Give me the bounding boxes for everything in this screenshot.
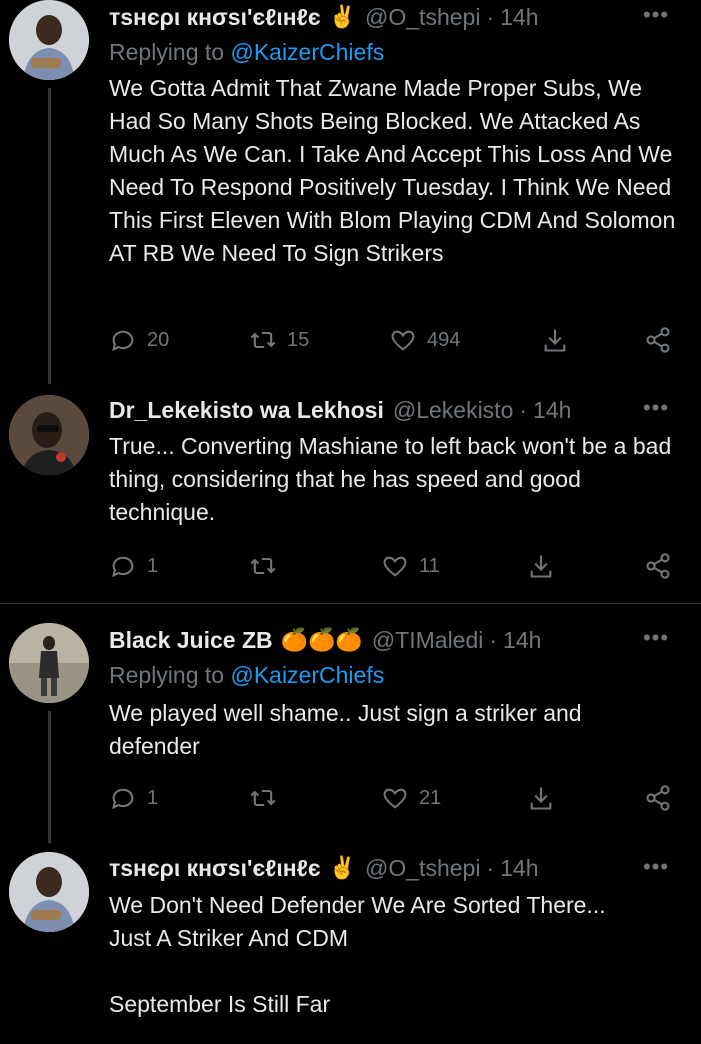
name-emoji: 🍊🍊🍊 (280, 627, 363, 652)
share-button[interactable] (527, 783, 555, 813)
more-options-icon[interactable]: ••• (641, 397, 671, 427)
analytics-button[interactable] (644, 325, 672, 355)
like-button[interactable]: 21 (381, 783, 441, 813)
more-options-icon[interactable]: ••• (641, 627, 671, 657)
retweet-icon (250, 789, 276, 807)
replying-to: Replying to @KaizerChiefs (109, 660, 384, 690)
like-button[interactable]: 494 (389, 325, 460, 355)
retweet-count: 15 (287, 328, 310, 351)
thread-line (48, 711, 51, 843)
reply-count: 1 (147, 786, 159, 809)
timestamp[interactable]: 14h (500, 853, 538, 883)
tweet-actions: 20 15 494 (109, 325, 674, 355)
share-icon (530, 555, 552, 578)
like-count: 494 (427, 328, 461, 351)
analytics-button[interactable] (644, 551, 672, 581)
user-handle[interactable]: @Lekekisto (393, 395, 514, 425)
tweet-text: True... Converting Mashiane to left back… (109, 433, 672, 525)
replying-label: Replying to (109, 39, 225, 65)
tweet-1[interactable]: ᴛѕнєρι кнσѕι'єℓιнℓє ✌️ @O_tshepi · 14h •… (0, 0, 701, 384)
share-icon (544, 329, 566, 352)
display-name[interactable]: Black Juice ZB (109, 625, 273, 655)
replying-to: Replying to @KaizerChiefs (109, 37, 384, 67)
share-network-icon (646, 553, 670, 579)
reply-count: 20 (147, 328, 170, 351)
like-count: 21 (419, 786, 442, 809)
retweet-button[interactable]: 15 (249, 325, 309, 355)
name-emoji: ✌️ (328, 4, 357, 29)
tweet-actions: 1 11 (109, 551, 674, 581)
reply-count: 1 (147, 554, 159, 577)
avatar[interactable] (9, 852, 89, 932)
user-handle[interactable]: @TIMaledi (372, 625, 484, 655)
avatar[interactable] (9, 0, 89, 80)
tweet-text: We Don't Need Defender We Are Sorted The… (109, 892, 606, 1017)
retweet-icon (250, 331, 276, 349)
like-button[interactable]: 11 (381, 551, 440, 581)
avatar[interactable] (9, 623, 89, 703)
share-button[interactable] (541, 325, 569, 355)
name-emoji: ✌️ (328, 855, 357, 880)
tweet-header: Dr_Lekekisto wa Lekhosi @Lekekisto · 14h (109, 395, 671, 425)
tweet-actions: 1 21 (109, 783, 674, 813)
tweet-3[interactable]: Black Juice ZB 🍊🍊🍊 @TIMaledi · 14h ••• R… (0, 623, 701, 843)
reply-button[interactable]: 1 (109, 551, 158, 581)
tweet-2[interactable]: Dr_Lekekisto wa Lekhosi @Lekekisto · 14h… (0, 395, 701, 600)
heart-icon (383, 788, 407, 809)
reply-button[interactable]: 20 (109, 325, 169, 355)
analytics-button[interactable] (644, 783, 672, 813)
retweet-button[interactable] (249, 783, 277, 813)
separator-dot: · (489, 627, 498, 653)
divider (0, 603, 701, 604)
separator-dot: · (519, 397, 528, 423)
tweet-header: ᴛѕнєρι кнσѕι'єℓιнℓє ✌️ @O_tshepi · 14h (109, 2, 671, 32)
timestamp[interactable]: 14h (500, 2, 538, 32)
share-icon (530, 787, 552, 810)
display-name[interactable]: ᴛѕнєρι кнσѕι'єℓιнℓє (109, 2, 321, 32)
reply-button[interactable]: 1 (109, 783, 158, 813)
avatar[interactable] (9, 395, 89, 475)
heart-icon (383, 556, 407, 577)
timestamp[interactable]: 14h (533, 395, 571, 425)
user-handle[interactable]: @O_tshepi (365, 853, 480, 883)
replying-label: Replying to (109, 662, 225, 688)
retweet-icon (250, 557, 276, 575)
share-network-icon (646, 327, 670, 353)
reply-icon (112, 788, 134, 810)
tweet-header: ᴛѕнєρι кнσѕι'єℓιнℓє ✌️ @O_tshepi · 14h (109, 853, 671, 883)
retweet-button[interactable] (249, 551, 277, 581)
share-button[interactable] (527, 551, 555, 581)
tweet-4[interactable]: ᴛѕнєρι кнσѕι'єℓιнℓє ✌️ @O_tshepi · 14h •… (0, 852, 701, 1044)
like-count: 11 (419, 554, 440, 577)
mention-link[interactable]: @KaizerChiefs (230, 39, 384, 65)
thread-line (48, 88, 51, 384)
tweet-text: We played well shame.. Just sign a strik… (109, 700, 582, 759)
separator-dot: · (486, 855, 495, 881)
timestamp[interactable]: 14h (503, 625, 541, 655)
mention-link[interactable]: @KaizerChiefs (230, 662, 384, 688)
reply-icon (112, 330, 134, 352)
tweet-thread: ᴛѕнєρι кнσѕι'єℓιнℓє ✌️ @O_tshepi · 14h •… (0, 0, 701, 1044)
more-options-icon[interactable]: ••• (641, 4, 671, 34)
separator-dot: · (486, 4, 495, 30)
tweet-header: Black Juice ZB 🍊🍊🍊 @TIMaledi · 14h (109, 625, 671, 655)
more-options-icon[interactable]: ••• (641, 856, 671, 886)
reply-icon (112, 556, 134, 578)
display-name[interactable]: Dr_Lekekisto wa Lekhosi (109, 395, 384, 425)
share-network-icon (646, 785, 670, 811)
display-name[interactable]: ᴛѕнєρι кнσѕι'єℓιнℓє (109, 853, 321, 883)
tweet-text: We Gotta Admit That Zwane Made Proper Su… (109, 75, 676, 266)
user-handle[interactable]: @O_tshepi (365, 2, 480, 32)
heart-icon (391, 330, 415, 351)
